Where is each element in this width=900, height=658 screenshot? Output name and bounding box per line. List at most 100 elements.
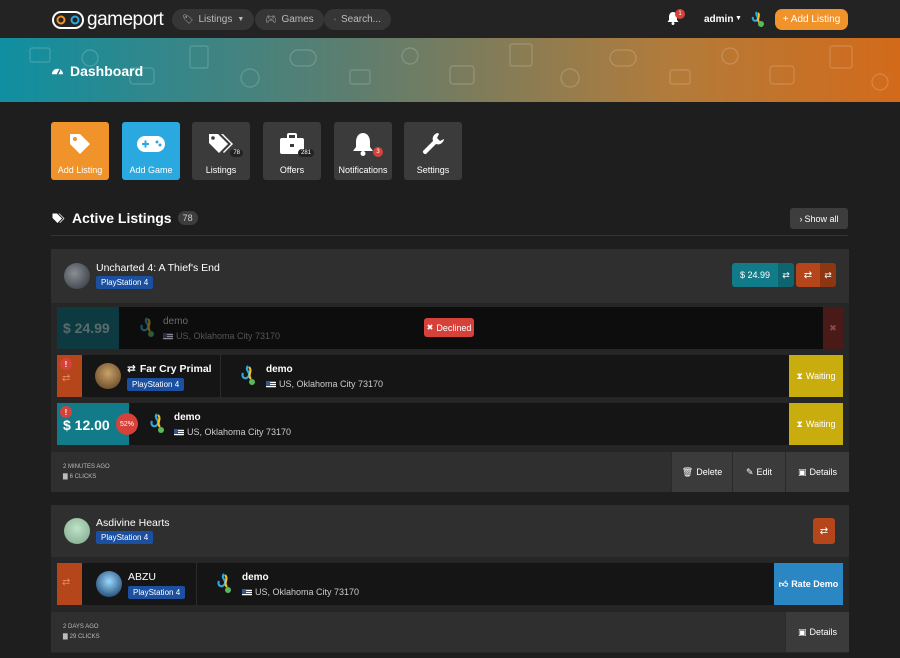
exchange-button[interactable]: ⇄: [813, 518, 835, 544]
listing-time-ago: 2 DAYS AGO: [63, 624, 99, 630]
trade-game-title[interactable]: ABZU: [128, 571, 156, 583]
us-flag-icon: [174, 428, 184, 436]
gamepad-logo-icon: [52, 11, 84, 29]
remove-offer-button[interactable]: ✖: [823, 307, 843, 349]
platform-badge: PlayStation 4: [96, 276, 154, 289]
divider: [196, 563, 197, 605]
trade-game-cover[interactable]: [96, 571, 122, 597]
us-flag-icon: [266, 380, 276, 388]
waiting-status-button[interactable]: ⧗ Waiting: [789, 403, 843, 445]
delete-button[interactable]: 🗑︎ Delete: [671, 452, 732, 492]
search-icon: [334, 18, 336, 21]
offer-user-location: US, Oklahoma City 73170: [242, 587, 359, 597]
price-badge[interactable]: $ 24.99: [732, 263, 778, 287]
gamepad-icon: [137, 136, 165, 152]
tag-icon: 🏷︎: [182, 14, 194, 24]
listing-game-title[interactable]: Uncharted 4: A Thief's End: [96, 262, 220, 274]
demo-user-avatar-icon: [217, 573, 231, 593]
offer-row-declined[interactable]: $ 24.99 demo US, Oklahoma City 73170 ✖ De…: [57, 307, 843, 349]
waiting-label: Waiting: [805, 371, 836, 381]
trade-game-cover[interactable]: [95, 363, 121, 389]
dashboard-icon: [51, 68, 64, 75]
offer-row-trade[interactable]: ⇄ ABZU PlayStation 4 demo US, Oklahoma C…: [57, 563, 843, 605]
listing-meta: 2 MINUTES AGO ▇ 6 CLICKS: [63, 462, 110, 482]
listing-clicks-text: 29 CLICKS: [69, 634, 100, 640]
listing-clicks-text: 6 CLICKS: [69, 474, 97, 480]
close-icon: ✖: [829, 322, 837, 333]
game-cover-image[interactable]: [64, 518, 90, 544]
offer-user-location: US, Oklahoma City 73170: [163, 331, 280, 341]
listing-meta: 2 DAYS AGO ▇ 29 CLICKS: [63, 622, 100, 642]
platform-badge: PlayStation 4: [96, 531, 154, 544]
tile-label: Notifications: [338, 165, 388, 175]
demo-user-avatar-icon: [150, 413, 164, 433]
add-listing-button[interactable]: + Add Listing: [775, 9, 848, 30]
us-flag-icon: [163, 332, 173, 340]
demo-user-avatar-icon: [241, 365, 255, 385]
details-label: Details: [809, 627, 838, 637]
games-link[interactable]: 🎮︎ Games: [255, 9, 324, 30]
offer-row-price[interactable]: ! $ 12.00 52% demo US, Oklahoma City 731…: [57, 403, 843, 445]
discount-badge: 52%: [116, 413, 138, 435]
tile-label: Settings: [416, 165, 450, 175]
show-all-label: Show all: [804, 213, 839, 224]
listing-clicks: ▇ 6 CLICKS: [63, 472, 110, 482]
delete-label: Delete: [696, 467, 723, 477]
show-all-button[interactable]: › Show all: [790, 208, 848, 229]
wrench-icon: [422, 133, 444, 155]
edit-button[interactable]: ✎ Edit: [732, 452, 785, 492]
offer-row-trade[interactable]: ! ⇄ ⇄ Far Cry Primal PlayStation 4 demo U…: [57, 355, 843, 397]
tile-settings[interactable]: Settings: [404, 122, 462, 180]
tile-offers[interactable]: 281 Offers: [263, 122, 321, 180]
listings-dropdown[interactable]: 🏷︎ Listings ▼: [172, 9, 255, 30]
offer-user-location: US, Oklahoma City 73170: [266, 379, 383, 389]
listings-count-badge: 78: [230, 149, 243, 157]
tile-add-game[interactable]: Add Game: [122, 122, 180, 180]
offer-user-name[interactable]: demo: [163, 316, 188, 327]
gamepad-icon: 🎮︎: [265, 14, 277, 24]
rate-user-button[interactable]: 👍︎ Rate Demo: [774, 563, 843, 605]
brand-logo[interactable]: gameport: [52, 9, 164, 31]
caret-down-icon[interactable]: ▼: [735, 15, 742, 22]
listing-game-title[interactable]: Asdivine Hearts: [96, 517, 170, 529]
bell-icon: [353, 133, 373, 156]
page-title: Dashboard: [51, 63, 143, 79]
waiting-status-button[interactable]: ⧗ Waiting: [789, 355, 843, 397]
declined-label: Declined: [436, 322, 472, 333]
trade-game-title[interactable]: ⇄ Far Cry Primal: [127, 363, 212, 375]
exchange-toggle[interactable]: ⇄: [820, 263, 836, 287]
trade-toggle[interactable]: ⇄: [778, 263, 794, 287]
notification-count-badge: 1: [675, 9, 685, 19]
search-placeholder: Search...: [340, 14, 381, 25]
exchange-button[interactable]: ⇄: [796, 263, 820, 287]
bar-chart-icon: ▇: [63, 634, 68, 640]
offer-location-text: US, Oklahoma City 73170: [187, 427, 292, 437]
listing-clicks: ▇ 29 CLICKS: [63, 632, 100, 642]
offer-user-name[interactable]: demo: [242, 572, 269, 583]
active-listings-heading: Active Listings 78: [51, 210, 198, 226]
details-button[interactable]: ▣ Details: [785, 612, 849, 652]
listing-time-ago: 2 MINUTES AGO: [63, 464, 110, 470]
tile-label: Offers: [279, 165, 305, 175]
tag-icon: [70, 134, 90, 154]
tile-listings[interactable]: 78 Listings: [192, 122, 250, 180]
tile-notifications[interactable]: 3 Notifications: [334, 122, 392, 180]
tile-add-listing[interactable]: Add Listing: [51, 122, 109, 180]
platform-badge: PlayStation 4: [127, 378, 185, 391]
edit-icon: ✎: [745, 466, 754, 477]
rate-label: Rate Demo: [791, 579, 839, 589]
offer-user-name[interactable]: demo: [174, 412, 201, 423]
search-input[interactable]: Search...: [324, 9, 391, 30]
details-button[interactable]: ▣ Details: [785, 452, 849, 492]
platform-badge: PlayStation 4: [128, 586, 186, 599]
listing-card-footer: 2 MINUTES AGO ▇ 6 CLICKS 🗑︎ Delete ✎ Edit ▣…: [51, 452, 849, 492]
details-label: Details: [809, 467, 838, 477]
game-cover-image[interactable]: [64, 263, 90, 289]
dashboard-banner: Dashboard: [0, 38, 900, 102]
notifications-count-badge: 3: [373, 147, 383, 157]
user-menu[interactable]: admin: [704, 14, 733, 25]
edit-label: Edit: [756, 467, 773, 477]
user-avatar-icon[interactable]: [748, 10, 766, 28]
trash-icon: 🗑︎: [681, 466, 694, 477]
offer-user-name[interactable]: demo: [266, 364, 293, 375]
